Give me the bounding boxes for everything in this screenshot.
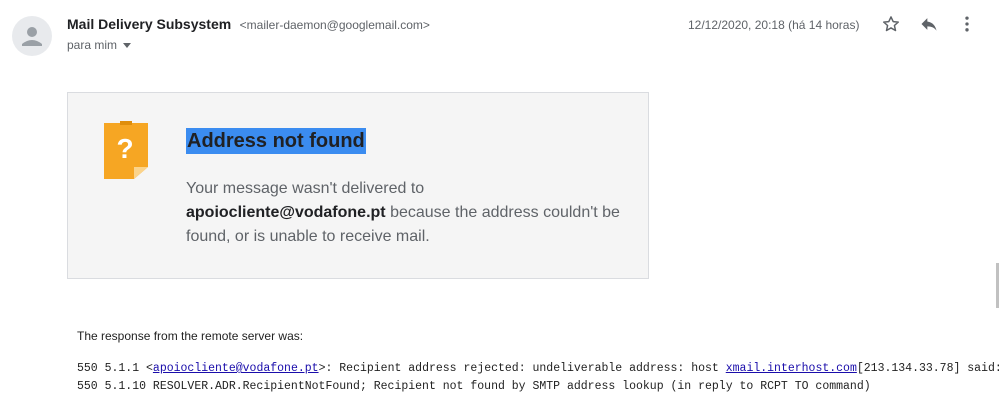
sender-name[interactable]: Mail Delivery Subsystem [67, 16, 231, 32]
message-timestamp: 12/12/2020, 20:18 (há 14 horas) [688, 18, 860, 32]
recipient-line[interactable]: para mim [67, 38, 132, 52]
sender-line: Mail Delivery Subsystem <mailer-daemon@g… [67, 16, 430, 34]
line1-prefix: 550 5.1.1 < [77, 362, 153, 375]
recipient-address: apoiocliente@vodafone.pt [186, 204, 386, 221]
chevron-down-icon[interactable] [123, 42, 132, 48]
star-button[interactable] [879, 12, 903, 36]
reply-button[interactable] [917, 12, 941, 36]
recipient-email-link[interactable]: apoiocliente@vodafone.pt [153, 362, 319, 375]
host-link[interactable]: xmail.interhost.com [726, 362, 857, 375]
person-icon [22, 27, 42, 46]
body-prefix: Your message wasn't delivered to [186, 180, 425, 197]
bounce-notice-card: ? Address not found Your message wasn't … [67, 92, 649, 279]
line1-suffix: [213.134.33.78] said: [856, 362, 999, 375]
card-title: Address not found [186, 128, 366, 154]
star-icon [883, 16, 899, 32]
svg-text:?: ? [116, 133, 133, 164]
server-response: 550 5.1.1 <apoiocliente@vodafone.pt>: Re… [77, 360, 999, 396]
sender-email: <mailer-daemon@googlemail.com> [239, 18, 430, 32]
question-sticky-note-icon: ? [102, 121, 150, 186]
reply-icon [921, 18, 937, 31]
line1-middle: >: Recipient address rejected: undeliver… [318, 362, 726, 375]
to-label: para mim [67, 38, 118, 52]
response-label: The response from the remote server was: [77, 329, 304, 343]
sender-avatar [12, 16, 52, 56]
response-line-1: 550 5.1.1 <apoiocliente@vodafone.pt>: Re… [77, 360, 999, 378]
more-options-button[interactable] [955, 12, 979, 36]
response-line-2: 550 5.1.10 RESOLVER.ADR.RecipientNotFoun… [77, 380, 871, 393]
more-vert-icon [965, 16, 969, 32]
card-body: Your message wasn't delivered to apoiocl… [186, 177, 626, 249]
